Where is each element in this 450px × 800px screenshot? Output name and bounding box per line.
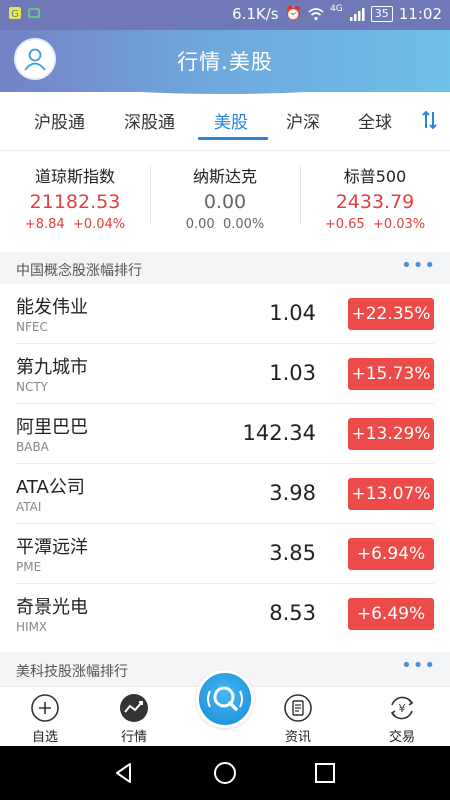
tab-shanghai-shenzhen[interactable]: 沪深 [286, 108, 320, 133]
clock: 11:02 [398, 5, 442, 23]
search-magnifier-icon [207, 686, 243, 711]
section-header-china-concept: 中国概念股涨幅排行 ••• [0, 252, 450, 284]
market-tabs: 沪股通 深股通 美股 沪深 全球 [0, 100, 450, 140]
index-sp500[interactable]: 标普500 2433.79 +0.65 +0.03% [300, 163, 450, 232]
yen-exchange-icon: ¥ [390, 696, 414, 720]
document-icon [284, 694, 312, 722]
change-badge: +15.73% [348, 358, 434, 390]
change-badge: +13.29% [348, 418, 434, 450]
sort-arrows-icon[interactable] [420, 108, 440, 132]
stock-name: ATA公司 [16, 477, 85, 498]
alarm-icon: ⏰ [284, 6, 303, 22]
tab-global[interactable]: 全球 [358, 108, 392, 133]
stock-name: 阿里巴巴 [16, 417, 88, 438]
tab-hk-shanghai-connect[interactable]: 沪股通 [34, 108, 85, 133]
stock-code: PME [16, 560, 42, 574]
nav-watchlist[interactable]: 自选 [10, 693, 80, 745]
recent-apps-icon[interactable] [311, 759, 339, 787]
change-badge: +13.07% [348, 478, 434, 510]
nav-market[interactable]: 行情 [99, 693, 169, 745]
system-nav-bar [0, 746, 450, 800]
stock-code: NCTY [16, 380, 49, 394]
stock-row[interactable]: 奇景光电 HIMX 8.53 +6.49% [0, 584, 450, 644]
stock-row[interactable]: 阿里巴巴 BABA 142.34 +13.29% [0, 404, 450, 464]
index-summary: 道琼斯指数 21182.53 +8.84 +0.04% 纳斯达克 0.00 0.… [0, 150, 450, 250]
trend-chart-icon [120, 694, 148, 722]
more-icon[interactable]: ••• [401, 657, 436, 675]
index-dow[interactable]: 道琼斯指数 21182.53 +8.84 +0.04% [0, 163, 150, 232]
stock-code: BABA [16, 440, 49, 454]
stock-row[interactable]: 第九城市 NCTY 1.03 +15.73% [0, 344, 450, 404]
stock-price: 8.53 [269, 601, 316, 625]
nav-trade[interactable]: ¥ 交易 [367, 693, 437, 745]
svg-text:¥: ¥ [399, 702, 406, 715]
tab-us-stocks[interactable]: 美股 [214, 108, 248, 133]
wifi-icon [308, 8, 324, 21]
stock-row[interactable]: 能发伟业 NFEC 1.04 +22.35% [0, 284, 450, 344]
net-speed: 6.1K/s [232, 5, 279, 23]
change-badge: +22.35% [348, 298, 434, 330]
stock-price: 142.34 [242, 421, 316, 445]
stock-price: 1.04 [269, 301, 316, 325]
active-tab-indicator [198, 137, 268, 140]
tab-hk-shenzhen-connect[interactable]: 深股通 [124, 108, 175, 133]
stock-name: 平潭远洋 [16, 537, 88, 558]
more-icon[interactable]: ••• [401, 257, 436, 275]
stock-name: 第九城市 [16, 357, 88, 378]
back-icon[interactable] [110, 759, 138, 787]
stock-code: ATAI [16, 500, 42, 514]
stock-name: 奇景光电 [16, 597, 88, 618]
battery-icon: 35 [370, 6, 393, 22]
stock-price: 1.03 [269, 361, 316, 385]
notification-icon: G [9, 7, 21, 20]
sim-icon [28, 8, 40, 18]
stock-price: 3.98 [269, 481, 316, 505]
stock-price: 3.85 [269, 541, 316, 565]
section-title: 中国概念股涨幅排行 [16, 263, 142, 279]
nav-news[interactable]: 资讯 [263, 693, 333, 745]
section-title: 美科技股涨幅排行 [16, 664, 128, 680]
change-badge: +6.94% [348, 538, 434, 570]
status-bar: G 6.1K/s ⏰ 4G 35 11:02 [0, 0, 450, 30]
stock-row[interactable]: 平潭远洋 PME 3.85 +6.94% [0, 524, 450, 584]
signal-icon [349, 8, 365, 21]
page-title: 行情.美股 [177, 50, 273, 74]
change-badge: +6.49% [348, 598, 434, 630]
stock-row[interactable]: ATA公司 ATAI 3.98 +13.07% [0, 464, 450, 524]
svg-text:G: G [11, 9, 19, 20]
network-type: 4G [330, 4, 343, 14]
stock-code: HIMX [16, 620, 48, 634]
home-icon[interactable] [211, 759, 239, 787]
stock-name: 能发伟业 [16, 297, 88, 318]
index-nasdaq[interactable]: 纳斯达克 0.00 0.00 0.00% [150, 163, 300, 232]
center-search-button[interactable] [196, 670, 254, 728]
stock-code: NFEC [16, 320, 48, 334]
plus-circle-icon [31, 694, 59, 722]
